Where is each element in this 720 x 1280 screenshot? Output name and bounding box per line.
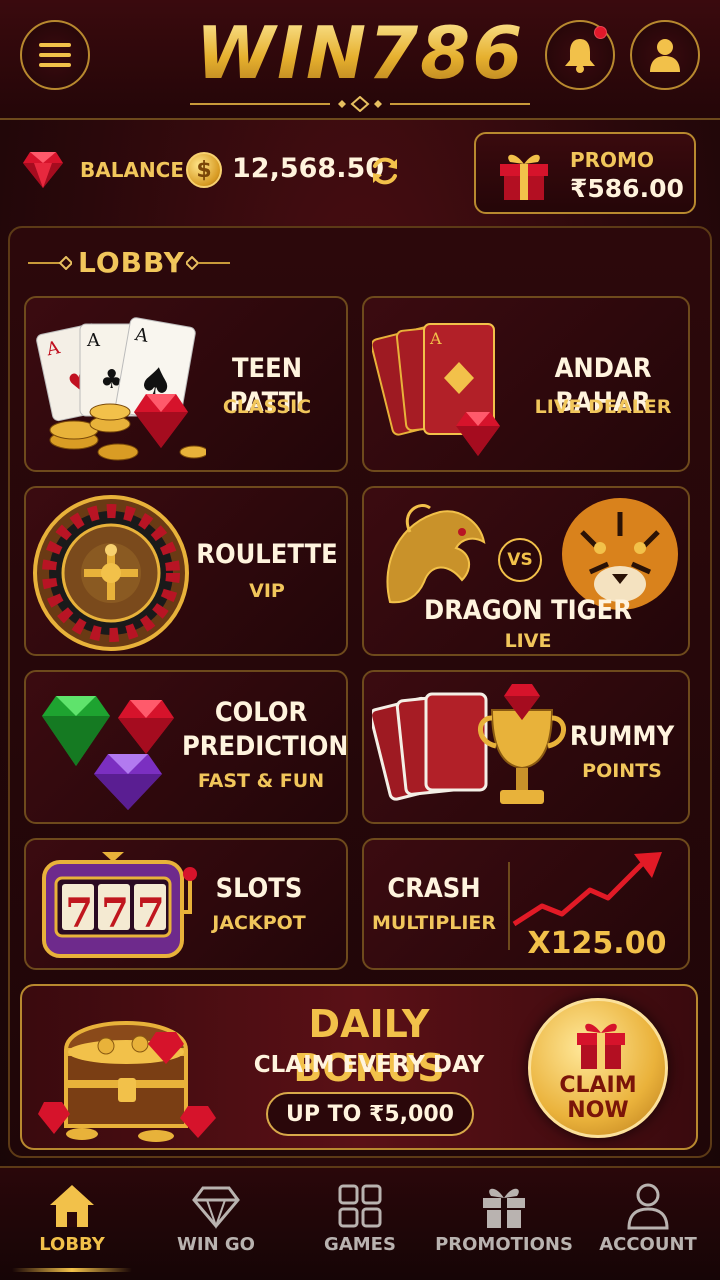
treasure-chest-icon <box>38 1021 216 1142</box>
nav-label: WIN GO <box>177 1234 255 1255</box>
divider <box>508 862 510 950</box>
vs-badge: VS <box>498 538 542 582</box>
svg-text:A: A <box>86 330 101 351</box>
gift-icon <box>500 154 548 200</box>
game-title: COLOR PREDICTION <box>182 697 348 762</box>
active-indicator <box>12 1268 132 1272</box>
game-title: CRASH <box>387 873 481 904</box>
gift-icon <box>483 1188 525 1228</box>
game-card-color-prediction[interactable]: COLOR PREDICTION FAST & FUN <box>24 670 348 824</box>
bonus-amount: UP TO ₹5,000 <box>266 1092 474 1136</box>
app-root: WIN786 BALANCE $ 12,568.50 PROMO ₹586.00… <box>0 0 720 1280</box>
gem-icon <box>23 152 63 188</box>
game-subtitle: VIP <box>249 580 285 602</box>
game-card-dragon-tiger[interactable]: VS DRAGON TIGER LIVE <box>362 486 690 656</box>
balance-amount: 12,568.50 <box>232 153 385 184</box>
nav-label: LOBBY <box>39 1234 105 1255</box>
profile-button[interactable] <box>630 20 700 90</box>
game-subtitle: FAST & FUN <box>197 770 325 792</box>
nav-label: ACCOUNT <box>599 1234 697 1255</box>
daily-bonus-banner: DAILY BONUS CLAIM EVERY DAY UP TO ₹5,000… <box>20 984 698 1150</box>
bottom-navigation: LOBBY WIN GO GAMES PROMOTIONS ACCOUNT <box>0 1166 720 1280</box>
game-subtitle: POINTS <box>582 760 662 782</box>
game-card-teen-patti[interactable]: A♥ A♣ A♠ TEEN PATTI CLASSIC <box>24 296 348 472</box>
roulette-wheel-icon <box>33 495 189 651</box>
hamburger-menu-icon <box>39 43 71 67</box>
promo-label: PROMO <box>570 148 654 172</box>
ornament-right <box>186 256 230 270</box>
nav-account[interactable]: ACCOUNT <box>576 1168 720 1280</box>
home-icon <box>50 1185 94 1227</box>
lobby-title: LOBBY <box>78 246 186 279</box>
top-header: WIN786 <box>0 0 720 120</box>
claim-label: CLAIM NOW <box>559 1073 637 1123</box>
game-card-roulette[interactable]: ROULETTE VIP <box>24 486 348 656</box>
bell-icon <box>565 39 595 73</box>
claim-now-button[interactable]: CLAIM NOW <box>528 998 668 1138</box>
gift-icon <box>577 1023 625 1069</box>
balance-label: BALANCE <box>80 158 185 182</box>
game-card-crash[interactable]: CRASH MULTIPLIER X125.00 <box>362 838 690 970</box>
promo-balance-button[interactable]: PROMO ₹586.00 <box>474 132 696 214</box>
game-title: RUMMY <box>569 721 675 752</box>
nav-label: GAMES <box>324 1234 396 1255</box>
game-card-rummy[interactable]: RUMMY POINTS <box>362 670 690 824</box>
trophy-cards-icon <box>372 684 566 804</box>
svg-text:A: A <box>429 329 442 348</box>
grid-icon <box>338 1184 382 1228</box>
game-title: ROULETTE <box>196 539 338 570</box>
game-subtitle: MULTIPLIER <box>372 912 497 934</box>
nav-label: PROMOTIONS <box>435 1234 573 1255</box>
app-logo: WIN786 <box>150 8 570 98</box>
nav-promotions[interactable]: PROMOTIONS <box>432 1168 576 1280</box>
user-icon <box>650 39 680 72</box>
promo-amount: ₹586.00 <box>570 174 684 203</box>
logo-ornament <box>190 96 530 112</box>
game-subtitle: CLASSIC <box>222 396 312 418</box>
user-icon <box>627 1183 669 1230</box>
nav-games[interactable]: GAMES <box>288 1168 432 1280</box>
game-subtitle: JACKPOT <box>212 912 306 934</box>
playing-cards-icon: A♥ A♣ A♠ <box>36 317 206 461</box>
game-title: SLOTS <box>215 873 303 904</box>
notification-dot <box>594 26 607 39</box>
game-card-slots[interactable]: 777 SLOTS JACKPOT <box>24 838 348 970</box>
diamond-icon <box>192 1186 240 1230</box>
coin-icon: $ <box>186 152 222 188</box>
nav-lobby[interactable]: LOBBY <box>0 1168 144 1280</box>
menu-button[interactable] <box>20 20 90 90</box>
bonus-subtitle: CLAIM EVERY DAY <box>253 1052 485 1078</box>
crash-multiplier: X125.00 <box>527 926 667 961</box>
game-subtitle: LIVE DEALER <box>534 396 672 418</box>
game-title: DRAGON TIGER <box>424 595 632 626</box>
gems-icon <box>42 696 174 810</box>
game-subtitle: LIVE <box>504 630 552 652</box>
notifications-button[interactable] <box>545 20 615 90</box>
game-card-andar-bahar[interactable]: A ANDAR BAHAR LIVE DEALER <box>362 296 690 472</box>
slot-reels: 777 <box>65 890 173 937</box>
ornament-left <box>28 256 72 270</box>
refresh-icon[interactable] <box>368 154 402 188</box>
nav-win-go[interactable]: WIN GO <box>144 1168 288 1280</box>
card-deck-icon: A <box>372 323 500 456</box>
trend-up-icon <box>512 852 662 927</box>
